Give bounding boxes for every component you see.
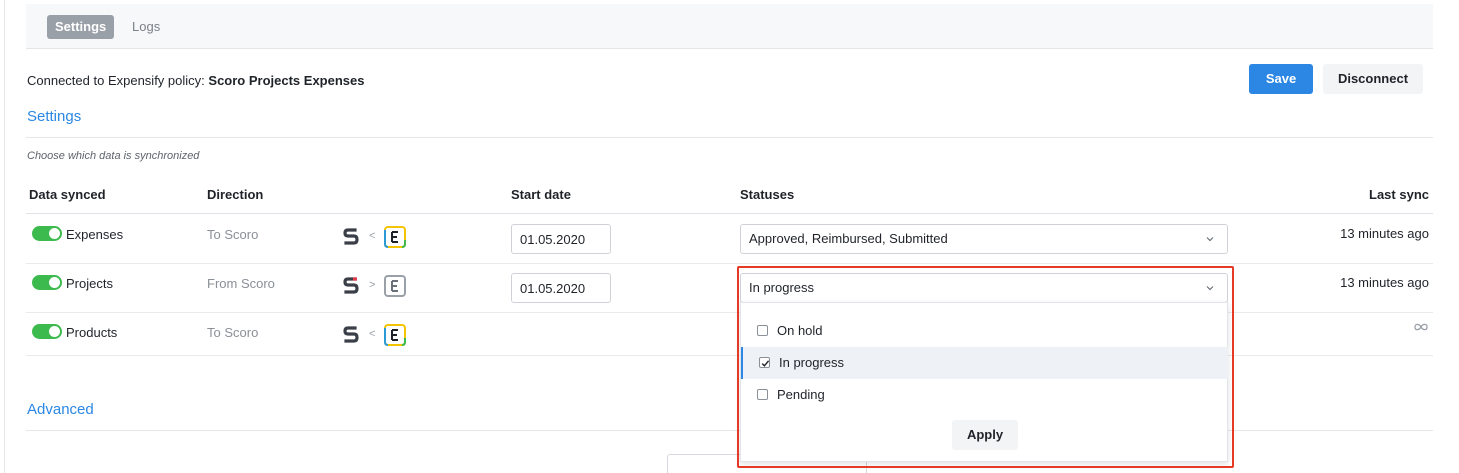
- chevron-down-icon: [1206, 286, 1214, 291]
- option-label: Pending: [777, 387, 825, 402]
- row-last-sync: 13 minutes ago: [1340, 226, 1429, 241]
- direction-arrow: <: [369, 328, 376, 340]
- infinity-icon: [1414, 323, 1428, 331]
- chevron-down-icon: [1206, 237, 1214, 242]
- status-option-pending[interactable]: Pending: [741, 379, 1228, 411]
- expenses-toggle[interactable]: [32, 226, 62, 241]
- scoro-logo-icon: [343, 228, 359, 245]
- tab-logs[interactable]: Logs: [124, 15, 168, 39]
- direction-arrow: >: [369, 279, 376, 291]
- products-toggle[interactable]: [32, 324, 62, 339]
- column-header-data-synced: Data synced: [29, 187, 106, 202]
- policy-name: Scoro Projects Expenses: [208, 73, 365, 88]
- status-option-in-progress[interactable]: In progress: [741, 347, 1228, 379]
- projects-start-date-input[interactable]: [511, 273, 611, 303]
- row-name: Products: [66, 325, 118, 340]
- column-header-last-sync: Last sync: [1369, 187, 1429, 202]
- expenses-start-date-input[interactable]: [511, 224, 611, 254]
- header-divider: [26, 213, 1433, 214]
- advanced-section-title: Advanced: [27, 401, 94, 418]
- row-name: Projects: [66, 276, 113, 291]
- settings-section-title: Settings: [27, 108, 82, 125]
- scoro-logo-icon: [343, 277, 359, 294]
- tab-bar: Settings Logs: [26, 4, 1433, 49]
- section-divider: [26, 137, 1433, 138]
- row-direction: To Scoro: [207, 227, 259, 242]
- expenses-statuses-select[interactable]: Approved, Reimbursed, Submitted: [740, 224, 1228, 254]
- disconnect-button[interactable]: Disconnect: [1323, 64, 1423, 94]
- policy-prefix: Connected to Expensify policy:: [27, 73, 205, 88]
- left-border: [4, 0, 5, 473]
- apply-button[interactable]: Apply: [952, 420, 1018, 450]
- save-button[interactable]: Save: [1249, 64, 1313, 94]
- column-header-start-date: Start date: [511, 187, 571, 202]
- checkbox[interactable]: [757, 389, 768, 400]
- projects-toggle[interactable]: [32, 275, 62, 290]
- status-option-on-hold[interactable]: On hold: [741, 315, 1228, 347]
- row-last-sync: 13 minutes ago: [1340, 275, 1429, 290]
- select-value: Approved, Reimbursed, Submitted: [749, 231, 948, 246]
- direction-arrow: <: [369, 230, 376, 242]
- projects-statuses-select[interactable]: In progress: [740, 273, 1228, 303]
- option-label: On hold: [777, 323, 823, 338]
- checkmark-icon: [761, 360, 770, 367]
- row-divider: [26, 263, 1433, 264]
- expensify-logo-icon: [384, 275, 406, 297]
- option-label: In progress: [779, 355, 845, 370]
- row-direction: From Scoro: [207, 276, 275, 291]
- tab-settings[interactable]: Settings: [47, 15, 115, 39]
- policy-connection-text: Connected to Expensify policy: Scoro Pro…: [27, 73, 364, 88]
- column-header-direction: Direction: [207, 187, 264, 202]
- expensify-logo-icon: [384, 226, 406, 248]
- row-name: Expenses: [66, 227, 124, 242]
- sync-hint-text: Choose which data is synchronized: [27, 150, 200, 162]
- expensify-logo-icon: [384, 324, 406, 346]
- checkbox[interactable]: [757, 325, 768, 336]
- checkbox[interactable]: [759, 357, 770, 368]
- column-header-statuses: Statuses: [740, 187, 795, 202]
- statuses-dropdown-menu: On hold In progress Pending Apply: [740, 302, 1228, 462]
- row-direction: To Scoro: [207, 325, 259, 340]
- scoro-logo-icon: [343, 326, 359, 343]
- select-value: In progress: [749, 280, 815, 295]
